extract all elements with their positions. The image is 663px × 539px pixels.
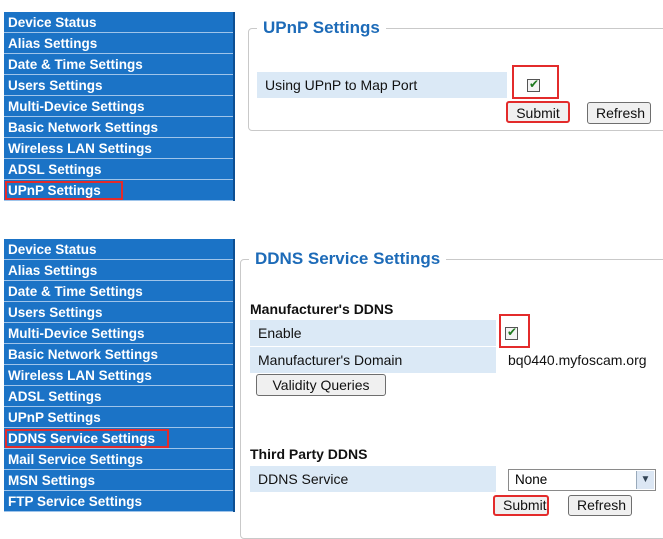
menu-item-upnp-settings[interactable]: UPnP Settings: [4, 180, 233, 201]
menu-item-adsl-settings[interactable]: ADSL Settings: [4, 386, 233, 407]
chevron-down-icon[interactable]: ▼: [636, 471, 654, 489]
menu-item-alias-settings[interactable]: Alias Settings: [4, 260, 233, 281]
menu-item-users-settings[interactable]: Users Settings: [4, 302, 233, 323]
menu-item-basic-network-settings[interactable]: Basic Network Settings: [4, 117, 233, 138]
domain-value: bq0440.myfoscam.org: [508, 352, 647, 368]
enable-checkbox[interactable]: [505, 325, 518, 340]
ddns-settings-screen: Device Status Alias Settings Date & Time…: [0, 229, 663, 539]
submit-button[interactable]: Submit: [506, 101, 570, 123]
enable-label: Enable: [250, 320, 496, 346]
menu-item-adsl-settings[interactable]: ADSL Settings: [4, 159, 233, 180]
menu-item-date-time-settings[interactable]: Date & Time Settings: [4, 281, 233, 302]
section-title: UPnP Settings: [263, 18, 380, 37]
submit-button[interactable]: Submit: [493, 495, 549, 516]
menu-item-mail-service-settings[interactable]: Mail Service Settings: [4, 449, 233, 470]
domain-label: Manufacturer's Domain: [250, 347, 496, 373]
ddns-service-label: DDNS Service: [250, 466, 496, 492]
refresh-button[interactable]: Refresh: [587, 102, 651, 124]
validity-queries-button[interactable]: Validity Queries: [256, 374, 386, 396]
menu-item-msn-settings[interactable]: MSN Settings: [4, 470, 233, 491]
ddns-service-select[interactable]: None ▼: [508, 469, 656, 491]
menu-item-users-settings[interactable]: Users Settings: [4, 75, 233, 96]
menu-item-multi-device-settings[interactable]: Multi-Device Settings: [4, 96, 233, 117]
manufacturer-ddns-heading: Manufacturer's DDNS: [250, 301, 394, 317]
menu-item-multi-device-settings[interactable]: Multi-Device Settings: [4, 323, 233, 344]
menu-item-device-status[interactable]: Device Status: [4, 12, 233, 33]
third-party-ddns-heading: Third Party DDNS: [250, 446, 368, 462]
upnp-row: Using UPnP to Map Port: [257, 72, 663, 98]
upnp-settings-screen: Device Status Alias Settings Date & Time…: [0, 0, 663, 218]
menu-item-basic-network-settings[interactable]: Basic Network Settings: [4, 344, 233, 365]
menu-item-wireless-lan-settings[interactable]: Wireless LAN Settings: [4, 138, 233, 159]
menu-item-alias-settings[interactable]: Alias Settings: [4, 33, 233, 54]
sidebar-menu: Device Status Alias Settings Date & Time…: [4, 12, 235, 201]
enable-row: Enable: [250, 320, 663, 346]
section-title: DDNS Service Settings: [255, 249, 441, 268]
upnp-checkbox[interactable]: [527, 77, 540, 92]
menu-item-ftp-service-settings[interactable]: FTP Service Settings: [4, 491, 233, 512]
domain-row: Manufacturer's Domain bq0440.myfoscam.or…: [250, 347, 663, 373]
menu-item-date-time-settings[interactable]: Date & Time Settings: [4, 54, 233, 75]
refresh-button[interactable]: Refresh: [568, 495, 632, 516]
menu-item-wireless-lan-settings[interactable]: Wireless LAN Settings: [4, 365, 233, 386]
menu-item-upnp-settings[interactable]: UPnP Settings: [4, 407, 233, 428]
ddns-service-selected: None: [515, 472, 548, 487]
sidebar-menu: Device Status Alias Settings Date & Time…: [4, 239, 235, 512]
menu-item-ddns-service-settings[interactable]: DDNS Service Settings: [4, 428, 233, 449]
menu-item-device-status[interactable]: Device Status: [4, 239, 233, 260]
upnp-label: Using UPnP to Map Port: [257, 72, 507, 98]
